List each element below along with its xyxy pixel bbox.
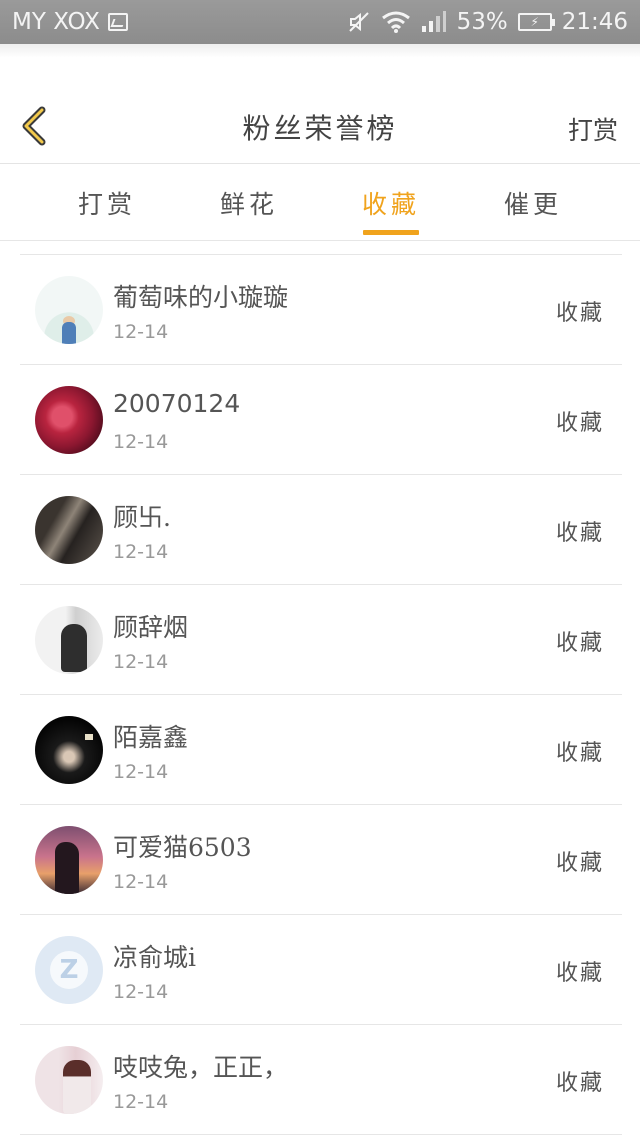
active-tab-indicator <box>363 230 419 235</box>
chevron-left-icon[interactable] <box>14 104 54 148</box>
fan-name: 凉俞城i <box>113 943 196 972</box>
action-label: 收藏 <box>555 961 604 986</box>
fan-date: 12-14 <box>113 761 169 783</box>
list-item[interactable]: Z 凉俞城i 12-14 收藏 <box>20 915 622 1025</box>
page-title: 粉丝荣誉榜 <box>242 111 398 145</box>
list-item[interactable]: 陌嘉鑫 12-14 收藏 <box>20 695 622 805</box>
list-item[interactable]: 顾卐. 12-14 收藏 <box>20 475 622 585</box>
status-bar: MY XOX 53% ⚡ 21:46 <box>0 0 640 44</box>
fan-date: 12-14 <box>113 1091 169 1113</box>
avatar[interactable] <box>35 386 103 454</box>
fan-name: 可爱猫6503 <box>113 833 252 862</box>
avatar[interactable] <box>35 496 103 564</box>
fan-date: 12-14 <box>113 541 169 563</box>
action-label: 收藏 <box>555 411 604 436</box>
fan-name: 20070124 <box>113 389 241 418</box>
signal-icon <box>421 11 446 32</box>
fan-list: 葡萄味的小璇璇 12-14 收藏 20070124 12-14 收藏 顾卐. 1… <box>20 254 622 1135</box>
fan-name: 陌嘉鑫 <box>113 723 189 752</box>
fan-name: 吱吱兔，正正， <box>113 1053 289 1082</box>
wifi-icon <box>381 11 410 33</box>
fan-date: 12-14 <box>113 321 169 343</box>
list-item[interactable]: 吱吱兔，正正， 12-14 收藏 <box>20 1025 622 1135</box>
tab-reward[interactable]: 打赏 <box>47 165 167 241</box>
avatar[interactable] <box>35 606 103 674</box>
gallery-icon <box>107 13 128 31</box>
list-item[interactable]: 可爱猫6503 12-14 收藏 <box>20 805 622 915</box>
action-label: 收藏 <box>555 301 604 326</box>
tab-flowers[interactable]: 鲜花 <box>189 165 309 241</box>
default-avatar-icon: Z <box>50 951 88 989</box>
battery-icon: ⚡ <box>517 13 555 31</box>
avatar[interactable] <box>35 1046 103 1114</box>
list-item[interactable]: 顾辞烟 12-14 收藏 <box>20 585 622 695</box>
fan-name: 顾卐. <box>113 503 171 532</box>
action-label: 收藏 <box>555 741 604 766</box>
action-label: 收藏 <box>555 1071 604 1096</box>
title-bar: 粉丝荣誉榜 打赏 <box>0 90 640 164</box>
tab-bar: 打赏 鲜花 收藏 催更 <box>0 165 640 241</box>
clock: 21:46 <box>561 9 628 35</box>
fan-name: 顾辞烟 <box>113 613 189 642</box>
tab-update-request[interactable]: 催更 <box>473 165 593 241</box>
avatar[interactable]: Z <box>35 936 103 1004</box>
action-label: 收藏 <box>555 631 604 656</box>
carrier-name: MY XOX <box>12 9 100 35</box>
header-spacer <box>0 44 640 90</box>
fan-date: 12-14 <box>113 431 169 453</box>
avatar[interactable] <box>35 716 103 784</box>
fan-date: 12-14 <box>113 981 169 1003</box>
mute-icon <box>348 12 369 32</box>
fan-name: 葡萄味的小璇璇 <box>113 283 289 312</box>
avatar[interactable] <box>35 276 103 344</box>
fan-date: 12-14 <box>113 871 169 893</box>
battery-percent: 53% <box>456 9 508 35</box>
reward-button[interactable]: 打赏 <box>568 111 618 147</box>
action-label: 收藏 <box>555 521 604 546</box>
fan-date: 12-14 <box>113 651 169 673</box>
list-item[interactable]: 葡萄味的小璇璇 12-14 收藏 <box>20 255 622 365</box>
list-item[interactable]: 20070124 12-14 收藏 <box>20 365 622 475</box>
avatar[interactable] <box>35 826 103 894</box>
action-label: 收藏 <box>555 851 604 876</box>
